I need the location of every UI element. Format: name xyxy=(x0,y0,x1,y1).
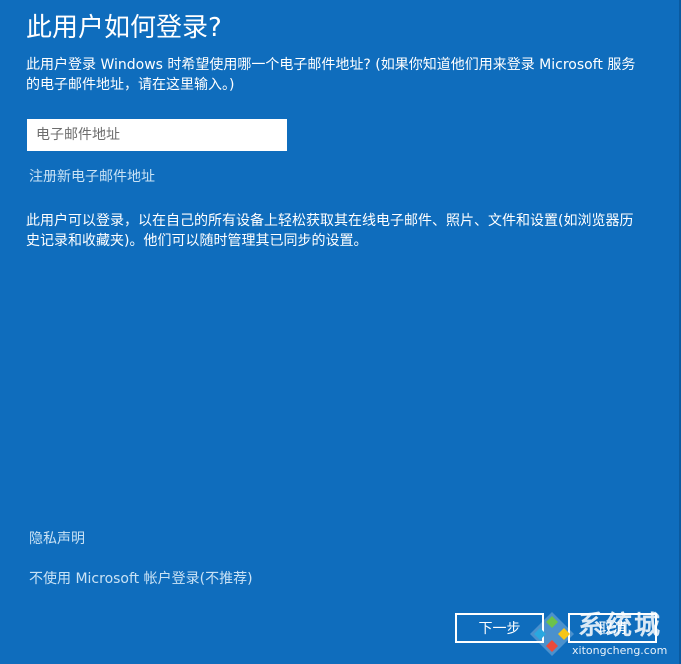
dialog-description: 此用户登录 Windows 时希望使用哪一个电子邮件地址? (如果你知道他们用来… xyxy=(26,57,636,93)
no-microsoft-account-link[interactable]: 不使用 Microsoft 帐户登录(不推荐) xyxy=(29,569,253,589)
signup-email-link[interactable]: 注册新电子邮件地址 xyxy=(29,167,155,187)
account-dialog: 此用户如何登录? 此用户登录 Windows 时希望使用哪一个电子邮件地址? (… xyxy=(0,0,681,664)
next-button[interactable]: 下一步 xyxy=(455,613,544,643)
dialog-info-text: 此用户可以登录，以在自己的所有设备上轻松获取其在线电子邮件、照片、文件和设置(如… xyxy=(26,213,634,249)
watermark-site: xitongcheng.com xyxy=(572,644,668,657)
privacy-statement-link[interactable]: 隐私声明 xyxy=(29,529,85,549)
dialog-title: 此用户如何登录? xyxy=(26,13,222,43)
email-input[interactable] xyxy=(27,119,287,151)
cancel-button[interactable]: 取消 xyxy=(568,613,657,643)
